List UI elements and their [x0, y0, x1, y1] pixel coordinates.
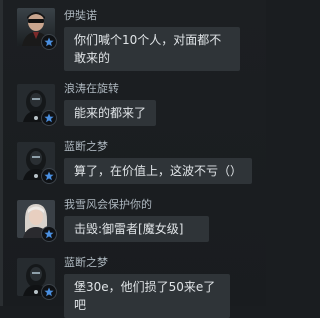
- message-text: 算了，在价值上，这波不亏（）: [74, 164, 243, 178]
- message-text: 能来的都来了: [74, 106, 147, 120]
- sender-name[interactable]: 蓝断之梦: [64, 256, 108, 270]
- star-badge-icon: [41, 284, 57, 300]
- star-badge-icon: [41, 226, 57, 242]
- chat-message: 我雪风会保护你的 击毁:御雷者[魔女级]: [0, 192, 266, 242]
- sender-name[interactable]: 浪涛在旋转: [64, 82, 119, 96]
- star-badge-icon: [41, 110, 57, 126]
- star-badge-icon: [41, 168, 57, 184]
- star-badge-icon: [41, 34, 57, 50]
- message-bubble: 能来的都来了: [64, 100, 156, 126]
- chat-log: 伊奘诺 你们喊个10个人，对面都不敢来的 浪涛在旋转 能来的都来了 蓝断之梦 算…: [0, 0, 266, 318]
- chat-message: 伊奘诺 你们喊个10个人，对面都不敢来的: [0, 0, 266, 71]
- chat-message: 浪涛在旋转 能来的都来了: [0, 76, 266, 126]
- message-bubble: 堡30e，他们损了50来e了吧: [64, 274, 230, 318]
- message-bubble: 你们喊个10个人，对面都不敢来的: [64, 27, 240, 71]
- sender-name[interactable]: 我雪风会保护你的: [64, 198, 152, 212]
- chat-message: 蓝断之梦 堡30e，他们损了50来e了吧: [0, 250, 266, 318]
- sender-name[interactable]: 蓝断之梦: [64, 140, 108, 154]
- message-text: 堡30e，他们损了50来e了吧: [74, 280, 216, 312]
- chat-message: 蓝断之梦 算了，在价值上，这波不亏（）: [0, 134, 266, 184]
- message-text: 击毁:御雷者[魔女级]: [74, 222, 184, 236]
- message-text: 你们喊个10个人，对面都不敢来的: [74, 33, 222, 65]
- message-bubble: 算了，在价值上，这波不亏（）: [64, 158, 252, 184]
- message-bubble: 击毁:御雷者[魔女级]: [64, 216, 209, 242]
- sender-name[interactable]: 伊奘诺: [64, 9, 97, 23]
